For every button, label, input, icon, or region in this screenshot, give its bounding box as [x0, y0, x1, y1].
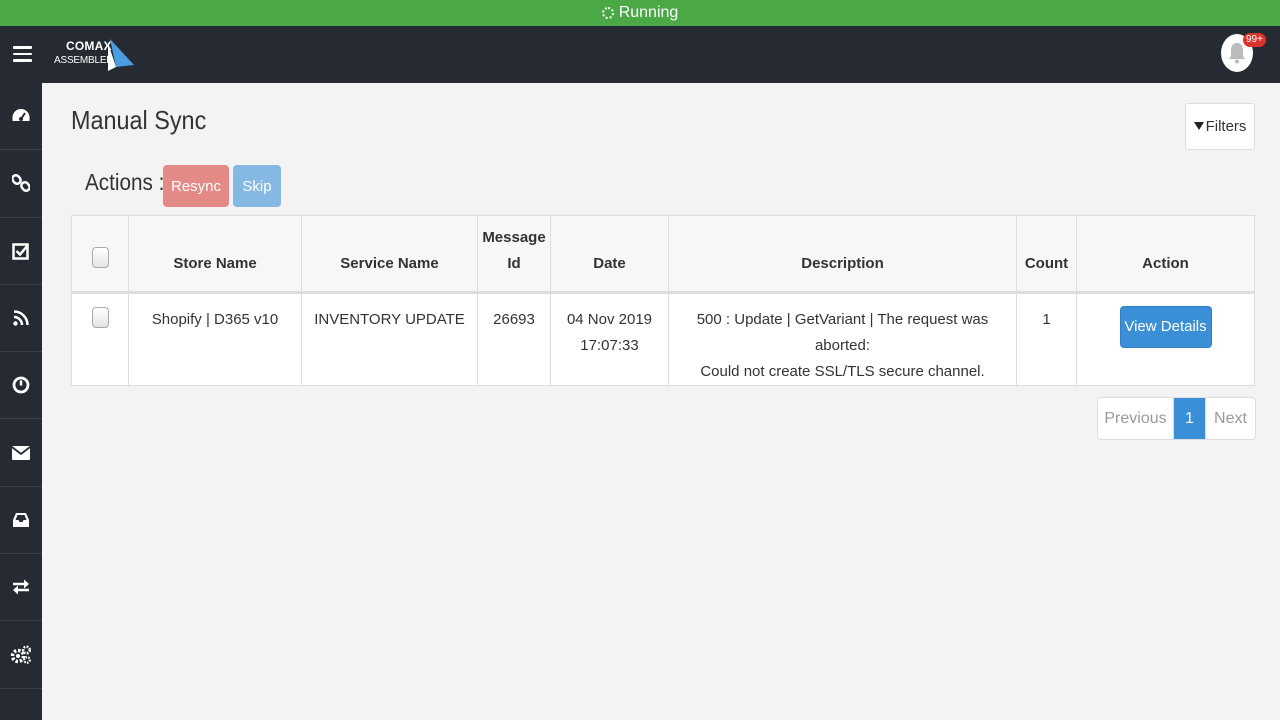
sidebar-item-exchange[interactable]	[0, 554, 42, 622]
pagination: Previous 1 Next	[1097, 397, 1256, 440]
pagination-previous[interactable]: Previous	[1098, 398, 1174, 439]
sync-table: Store Name Service Name Message Id Date …	[71, 215, 1255, 386]
dashboard-icon	[12, 109, 30, 122]
description-line2: Could not create SSL/TLS secure channel.	[700, 363, 985, 380]
date-line1: 04 Nov 2019	[566, 311, 653, 328]
row-select-cell	[71, 292, 129, 386]
date-line2: 17:07:33	[580, 337, 639, 354]
description-header[interactable]: Description	[668, 215, 1017, 294]
spinner-icon	[601, 7, 614, 19]
envelope-icon	[11, 445, 31, 460]
logo-sail-icon	[108, 39, 134, 71]
message-id-cell: 26693	[477, 292, 551, 386]
menu-toggle-icon[interactable]	[13, 46, 32, 62]
select-all-checkbox[interactable]	[91, 247, 109, 268]
filters-button[interactable]: Filters	[1185, 103, 1255, 150]
date-cell: 04 Nov 2019 17:07:33	[550, 292, 669, 386]
logo-line1: COMAX	[66, 39, 112, 53]
actions-label: Actions :	[85, 169, 165, 195]
table-row: Shopify | D365 v10 INVENTORY UPDATE 2669…	[71, 292, 1255, 386]
sidebar-item-links[interactable]	[0, 150, 42, 218]
view-details-button[interactable]: View Details	[1119, 306, 1212, 348]
gears-icon	[10, 644, 32, 664]
description-cell: 500 : Update | GetVariant | The request …	[668, 292, 1017, 386]
sidebar-item-inbox[interactable]	[0, 487, 42, 555]
description-line1: 500 : Update | GetVariant | The request …	[696, 311, 989, 354]
rss-icon	[13, 310, 29, 326]
message-id-header-line2: Id	[507, 255, 521, 272]
pagination-page-current[interactable]: 1	[1174, 398, 1205, 439]
status-text: Running	[618, 4, 679, 21]
resync-button[interactable]: Resync	[163, 165, 229, 207]
filter-icon	[1193, 121, 1204, 130]
action-cell: View Details	[1076, 292, 1255, 386]
app-logo[interactable]: COMAX ASSEMBLER	[54, 37, 138, 73]
store-name-header[interactable]: Store Name	[128, 215, 302, 294]
store-name-cell: Shopify | D365 v10	[128, 292, 302, 386]
message-id-header-line1: Message	[482, 229, 546, 246]
status-bar: Running	[0, 0, 1280, 26]
service-name-header[interactable]: Service Name	[301, 215, 478, 294]
sidebar	[0, 83, 42, 720]
sidebar-item-settings[interactable]	[0, 621, 42, 689]
pagination-next[interactable]: Next	[1205, 398, 1255, 439]
date-header[interactable]: Date	[550, 215, 669, 294]
select-all-header	[71, 215, 129, 294]
sidebar-item-messages[interactable]	[0, 419, 42, 487]
main-content: Manual Sync Filters Actions : Resync Ski…	[42, 83, 1280, 720]
page-title: Manual Sync	[71, 105, 207, 135]
table-header-row: Store Name Service Name Message Id Date …	[71, 215, 1255, 294]
logo-line2: ASSEMBLER	[54, 55, 114, 66]
sidebar-item-tasks[interactable]	[0, 218, 42, 285]
action-header: Action	[1076, 215, 1255, 294]
sidebar-item-feeds[interactable]	[0, 285, 42, 353]
inbox-icon	[13, 512, 29, 527]
checklist-icon	[12, 242, 29, 260]
link-icon	[12, 174, 30, 193]
count-cell: 1	[1016, 292, 1077, 386]
notification-badge: 99+	[1243, 33, 1266, 47]
top-bar: COMAX ASSEMBLER	[0, 26, 1280, 83]
message-id-header[interactable]: Message Id	[477, 215, 551, 294]
sidebar-item-dashboard[interactable]	[0, 83, 42, 151]
skip-button[interactable]: Skip	[233, 165, 281, 207]
filters-label: Filters	[1205, 118, 1247, 135]
count-header[interactable]: Count	[1016, 215, 1077, 294]
clock-icon	[12, 376, 30, 394]
sidebar-item-history[interactable]	[0, 352, 42, 420]
service-name-cell: INVENTORY UPDATE	[301, 292, 478, 386]
exchange-icon	[13, 579, 29, 595]
row-checkbox[interactable]	[91, 307, 109, 328]
